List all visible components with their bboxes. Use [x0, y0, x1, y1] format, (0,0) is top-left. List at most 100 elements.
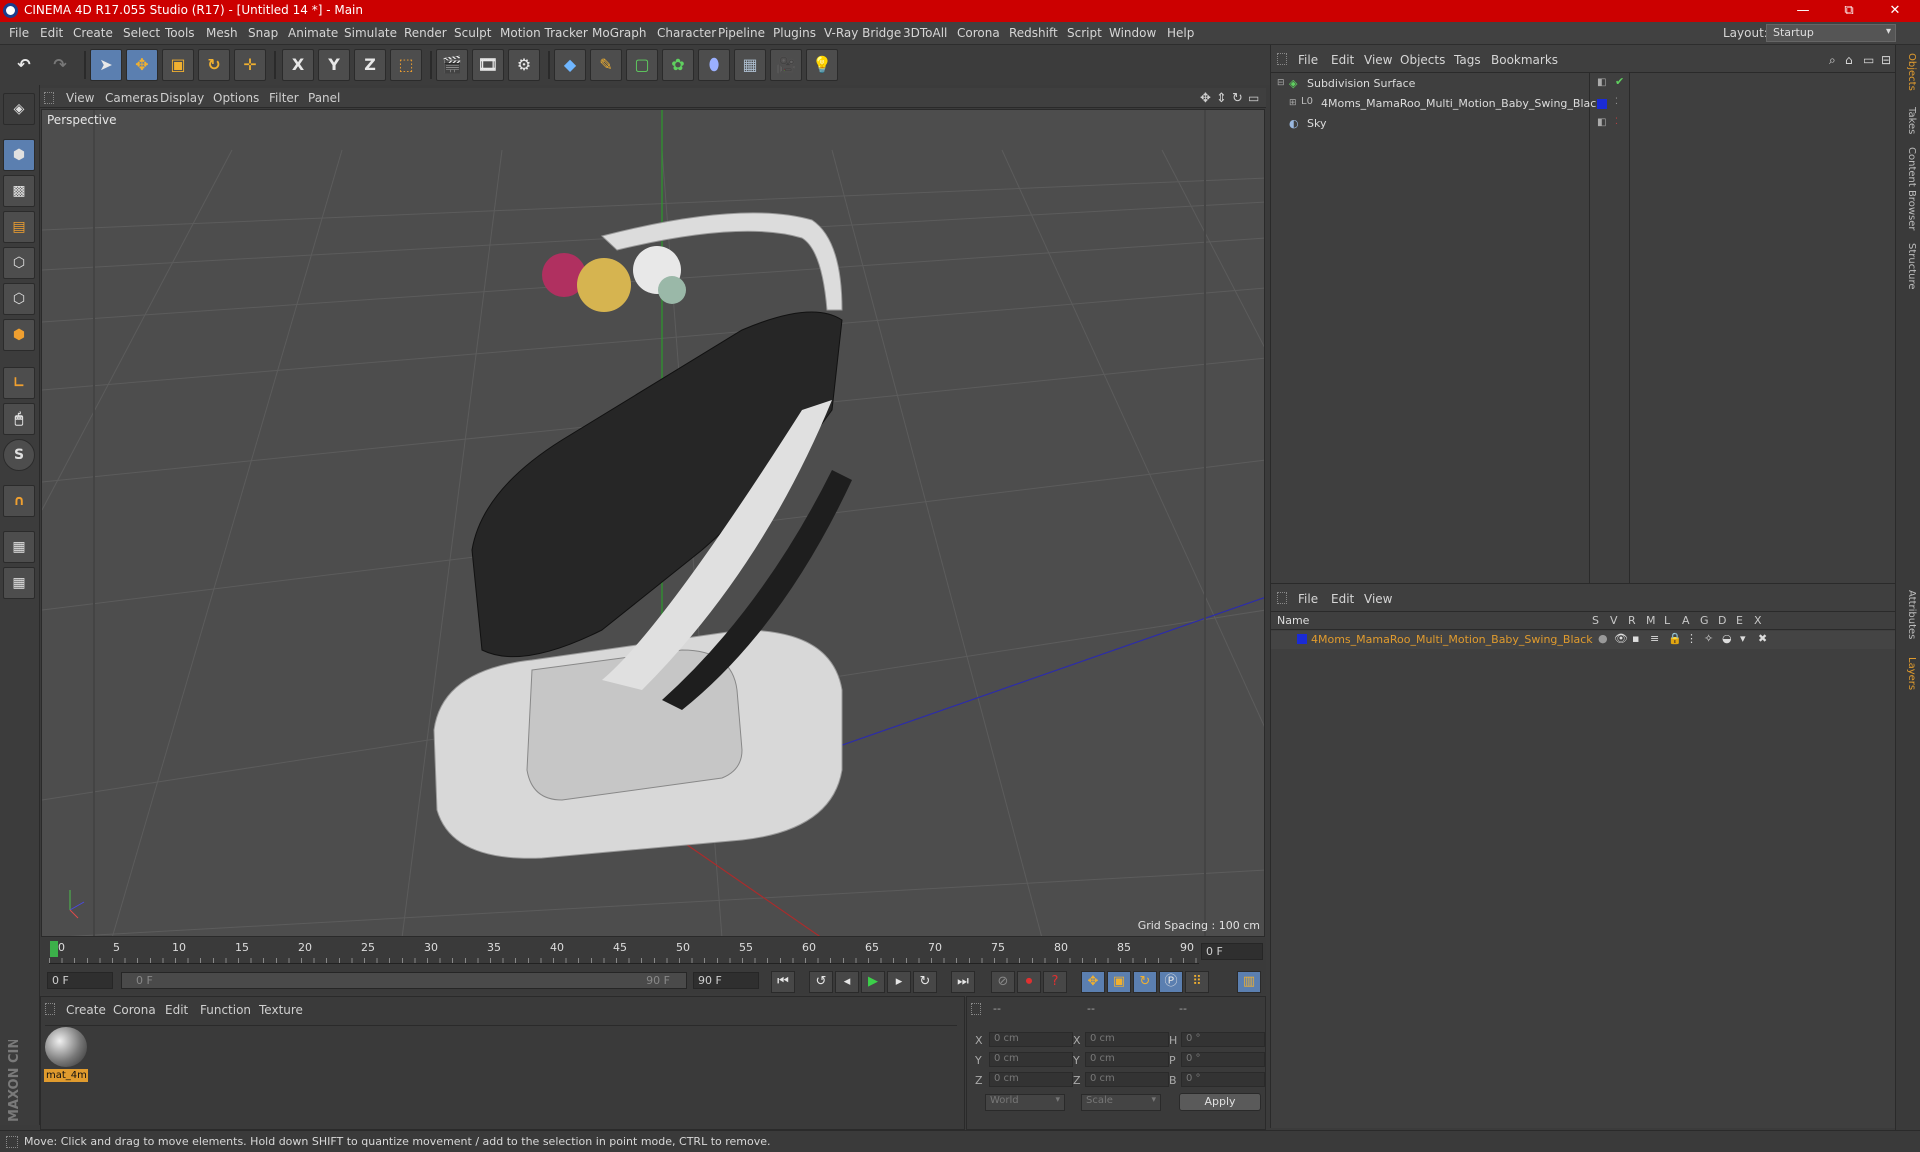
- menu-simulate[interactable]: Simulate: [344, 26, 397, 40]
- collapse-toggle-icon[interactable]: ⊟: [1277, 78, 1285, 88]
- column-header-xref[interactable]: X: [1754, 614, 1762, 627]
- planar-workplane-icon[interactable]: ▦: [3, 567, 35, 599]
- enabled-check-icon[interactable]: ✔: [1615, 75, 1624, 88]
- deformers-toggle-icon[interactable]: ◒: [1722, 632, 1732, 645]
- menu-mograph[interactable]: MoGraph: [592, 26, 647, 40]
- transform-icon[interactable]: ✛: [234, 49, 266, 81]
- go-to-end-icon[interactable]: ⏭: [951, 971, 975, 993]
- edges-mode-icon[interactable]: ⬡: [3, 283, 35, 315]
- camera-icon[interactable]: 🎥: [770, 49, 802, 81]
- spline-pen-icon[interactable]: ✎: [590, 49, 622, 81]
- previous-key-icon[interactable]: ↺: [809, 971, 833, 993]
- texture-mode-icon[interactable]: ▩: [3, 175, 35, 207]
- position-z-field[interactable]: 0 cm: [989, 1072, 1073, 1087]
- menu-create[interactable]: Create: [73, 26, 113, 40]
- size-y-field[interactable]: 0 cm: [1085, 1052, 1169, 1067]
- layout-select[interactable]: Startup ▾: [1766, 24, 1896, 42]
- column-header-view[interactable]: V: [1610, 614, 1618, 627]
- expand-toggle-icon[interactable]: ⊞: [1289, 98, 1297, 108]
- select-arrow-icon[interactable]: ➤: [90, 49, 122, 81]
- menu-snap[interactable]: Snap: [248, 26, 278, 40]
- expressions-toggle-icon[interactable]: ▾: [1740, 632, 1746, 645]
- material-menu-function[interactable]: Function: [200, 1003, 251, 1017]
- xref-toggle-icon[interactable]: ✖: [1758, 632, 1767, 645]
- key-scale-icon[interactable]: ▣: [1107, 971, 1131, 993]
- column-header-animation[interactable]: A: [1682, 614, 1690, 627]
- undo-icon[interactable]: ↶: [8, 49, 40, 81]
- menu-edit[interactable]: Edit: [40, 26, 63, 40]
- menu-tools[interactable]: Tools: [165, 26, 195, 40]
- render-picture-viewer-icon[interactable]: 🎞: [472, 49, 504, 81]
- points-mode-icon[interactable]: ⬡: [3, 247, 35, 279]
- search-icon[interactable]: ⌕: [1829, 53, 1836, 68]
- object-menu-objects[interactable]: Objects: [1400, 53, 1445, 67]
- menu-help[interactable]: Help: [1167, 26, 1194, 40]
- cube-object-icon[interactable]: ◆: [554, 49, 586, 81]
- tweak-mode-icon[interactable]: 🖱: [3, 403, 35, 435]
- menu-redshift[interactable]: Redshift: [1009, 26, 1058, 40]
- apply-button[interactable]: Apply: [1179, 1093, 1261, 1111]
- end-frame-field[interactable]: 90 F: [693, 972, 759, 989]
- size-z-field[interactable]: 0 cm: [1085, 1072, 1169, 1087]
- move-icon[interactable]: ✥: [126, 49, 158, 81]
- minimize-button[interactable]: —: [1780, 0, 1826, 22]
- model-mode-icon[interactable]: ⬢: [3, 139, 35, 171]
- deformer-icon[interactable]: ⬮: [698, 49, 730, 81]
- menu-select[interactable]: Select: [123, 26, 160, 40]
- menu-corona[interactable]: Corona: [957, 26, 1000, 40]
- tab-objects[interactable]: Objects: [1900, 53, 1917, 91]
- menu-render[interactable]: Render: [404, 26, 447, 40]
- object-row-baby-swing[interactable]: ⊞ L0 4Moms_MamaRoo_Multi_Motion_Baby_Swi…: [1277, 95, 1887, 113]
- key-rotation-icon[interactable]: ↻: [1133, 971, 1157, 993]
- object-menu-edit[interactable]: Edit: [1331, 53, 1354, 67]
- column-header-name[interactable]: Name: [1277, 614, 1309, 627]
- menu-animate[interactable]: Animate: [288, 26, 338, 40]
- mograph-cloner-icon[interactable]: ✿: [662, 49, 694, 81]
- snap-button[interactable]: S: [3, 439, 35, 471]
- size-mode-select[interactable]: Scale ▾: [1081, 1094, 1161, 1111]
- object-row-sky[interactable]: ◐ Sky ◧ ⁚: [1277, 115, 1887, 133]
- menu-script[interactable]: Script: [1067, 26, 1102, 40]
- scale-icon[interactable]: ▣: [162, 49, 194, 81]
- column-header-locked[interactable]: L: [1664, 614, 1670, 627]
- menu-character[interactable]: Character: [657, 26, 716, 40]
- menu-sculpt[interactable]: Sculpt: [454, 26, 491, 40]
- viewport-menu-filter[interactable]: Filter: [269, 91, 299, 105]
- material-menu-create[interactable]: Create: [66, 1003, 106, 1017]
- coordinate-space-select[interactable]: World ▾: [985, 1094, 1065, 1111]
- viewport-zoom-icon[interactable]: ⇕: [1216, 91, 1227, 106]
- key-position-icon[interactable]: ✥: [1081, 971, 1105, 993]
- menu-file[interactable]: File: [9, 26, 29, 40]
- visibility-dots-icon[interactable]: ⁚: [1615, 117, 1618, 127]
- viewport-menu-display[interactable]: Display: [160, 91, 204, 105]
- close-button[interactable]: ✕: [1872, 0, 1918, 22]
- axis-mode-icon[interactable]: ∟: [3, 367, 35, 399]
- object-menu-file[interactable]: File: [1298, 53, 1318, 67]
- column-header-expressions[interactable]: E: [1736, 614, 1743, 627]
- new-window-icon[interactable]: ▭: [1863, 53, 1874, 67]
- rotation-p-field[interactable]: 0 °: [1181, 1052, 1265, 1067]
- column-header-manager[interactable]: M: [1646, 614, 1656, 627]
- position-x-field[interactable]: 0 cm: [989, 1032, 1073, 1047]
- lock-panel-icon[interactable]: ⊟: [1881, 53, 1891, 67]
- material-menu-texture[interactable]: Texture: [259, 1003, 303, 1017]
- layer-menu-file[interactable]: File: [1298, 592, 1318, 606]
- solo-toggle-icon[interactable]: ●: [1598, 632, 1608, 645]
- manager-toggle-icon[interactable]: ≡: [1650, 632, 1659, 645]
- record-keys-disabled-icon[interactable]: ⊘: [991, 971, 1015, 993]
- workplane-icon[interactable]: ▤: [3, 211, 35, 243]
- editor-visible-icon[interactable]: ◧: [1597, 117, 1606, 128]
- menu-pipeline[interactable]: Pipeline: [718, 26, 765, 40]
- y-axis-lock-button[interactable]: Y: [318, 49, 350, 81]
- tab-content-browser[interactable]: Content Browser: [1900, 147, 1917, 230]
- go-to-start-icon[interactable]: ⏮: [771, 971, 795, 993]
- render-settings-icon[interactable]: ⚙: [508, 49, 540, 81]
- menu-vray-bridge[interactable]: V-Ray Bridge: [824, 26, 901, 40]
- restore-button[interactable]: ⧉: [1826, 0, 1872, 22]
- polygons-mode-icon[interactable]: ⬢: [3, 319, 35, 351]
- render-toggle-icon[interactable]: ▪: [1632, 632, 1639, 645]
- view-toggle-icon[interactable]: 👁: [1614, 632, 1628, 645]
- column-header-render[interactable]: R: [1628, 614, 1636, 627]
- material-swatch[interactable]: mat_4m: [44, 1025, 88, 1082]
- layer-color-icon[interactable]: [1297, 634, 1307, 644]
